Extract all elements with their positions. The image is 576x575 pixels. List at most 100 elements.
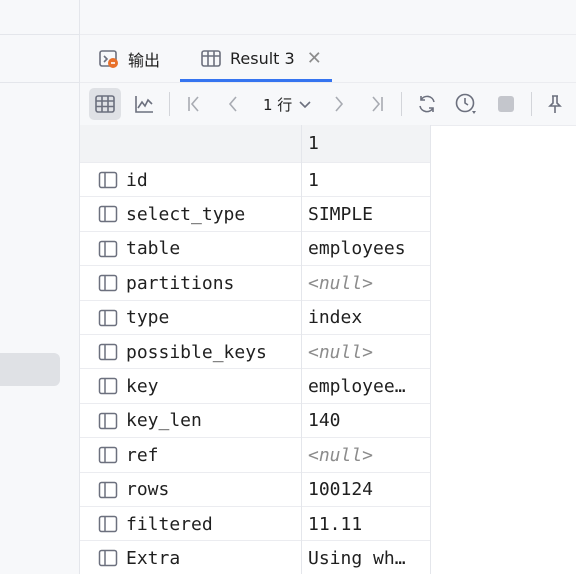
column-header[interactable]: 1 xyxy=(308,125,319,162)
first-page-icon xyxy=(188,96,199,112)
last-page-icon xyxy=(372,96,383,112)
field-value-cell[interactable]: SIMPLE xyxy=(308,197,426,231)
field-value-cell[interactable]: employees xyxy=(308,232,426,266)
column-divider xyxy=(301,125,302,574)
rows-selector[interactable]: 1 行 xyxy=(263,88,312,120)
field-value-cell[interactable]: <null> xyxy=(308,438,426,472)
field-name-cell[interactable]: key_len xyxy=(98,404,202,438)
row-icon xyxy=(98,445,118,465)
row-icon xyxy=(98,342,118,362)
toolbar-separator xyxy=(531,92,532,116)
field-name-cell[interactable]: key xyxy=(98,369,159,403)
field-name: partitions xyxy=(126,272,235,294)
table-row[interactable]: type index xyxy=(80,299,431,335)
field-name: table xyxy=(126,238,181,260)
field-value-cell[interactable]: 140 xyxy=(308,404,426,438)
table-row[interactable]: rows 100124 xyxy=(80,471,431,507)
field-name: key xyxy=(126,375,159,397)
table-row[interactable]: ref <null> xyxy=(80,437,431,472)
toolbar: 1 行 xyxy=(80,83,576,126)
prev-page-icon xyxy=(228,96,237,112)
row-icon xyxy=(98,376,118,396)
tab-result[interactable]: Result 3 ✕ xyxy=(200,35,322,82)
table-row[interactable]: select_type SIMPLE xyxy=(80,196,431,231)
field-name-cell[interactable]: id xyxy=(98,163,148,197)
tab-output[interactable]: 输出 xyxy=(98,35,160,82)
row-icon xyxy=(98,514,118,534)
field-name: filtered xyxy=(126,513,213,535)
table-row[interactable]: id 1 xyxy=(80,162,431,197)
stop-button[interactable] xyxy=(490,88,522,120)
grid-header: 1 xyxy=(80,125,431,162)
row-icon xyxy=(98,170,118,190)
toolbar-separator xyxy=(169,92,170,116)
rows-label: 1 行 xyxy=(263,95,293,114)
field-value-cell[interactable]: <null> xyxy=(308,335,426,369)
chevron-down-icon xyxy=(299,101,311,109)
chart-view-button[interactable] xyxy=(128,88,160,120)
table-row[interactable]: key employee… xyxy=(80,368,431,403)
active-tab-indicator xyxy=(180,79,332,82)
field-name-cell[interactable]: possible_keys xyxy=(98,335,267,369)
history-icon xyxy=(455,93,476,114)
row-icon xyxy=(98,480,118,500)
field-name: id xyxy=(126,169,148,191)
pin-icon xyxy=(548,95,562,113)
field-name-cell[interactable]: filtered xyxy=(98,507,213,541)
pin-button[interactable] xyxy=(539,88,571,120)
prev-page-button[interactable] xyxy=(217,88,249,120)
left-selected-item[interactable] xyxy=(0,353,60,386)
reload-button[interactable] xyxy=(411,88,443,120)
reload-icon xyxy=(419,95,435,113)
row-icon xyxy=(98,548,118,568)
table-icon xyxy=(200,48,222,70)
field-name: possible_keys xyxy=(126,341,267,363)
left-panel xyxy=(0,0,80,574)
next-page-button[interactable] xyxy=(323,88,355,120)
field-name: rows xyxy=(126,479,170,501)
table-row[interactable]: key_len 140 xyxy=(80,402,431,438)
row-icon xyxy=(98,273,118,293)
field-name-cell[interactable]: rows xyxy=(98,473,169,507)
left-divider-top xyxy=(0,34,79,35)
tab-bar: 输出 Result 3 ✕ xyxy=(80,35,576,83)
left-divider-mid xyxy=(0,82,79,83)
history-button[interactable] xyxy=(450,88,482,120)
table-row[interactable]: table employees xyxy=(80,230,431,266)
stop-icon xyxy=(498,96,514,112)
field-value-cell[interactable]: employee… xyxy=(308,369,426,403)
tab-output-label: 输出 xyxy=(128,50,161,70)
grid-view-icon xyxy=(95,95,115,113)
field-name-cell[interactable]: select_type xyxy=(98,197,245,231)
field-value-cell[interactable]: 11.11 xyxy=(308,507,426,541)
close-icon[interactable]: ✕ xyxy=(307,48,322,69)
field-value-cell[interactable]: 100124 xyxy=(308,473,426,507)
grid-view-button[interactable] xyxy=(89,88,121,120)
field-name-cell[interactable]: Extra xyxy=(98,541,180,575)
row-icon xyxy=(98,308,118,328)
table-row[interactable]: partitions <null> xyxy=(80,265,431,300)
field-value-cell[interactable]: 1 xyxy=(308,163,426,197)
top-strip xyxy=(80,0,576,35)
table-row[interactable]: possible_keys <null> xyxy=(80,334,431,369)
next-page-icon xyxy=(335,96,344,112)
tab-result-label: Result 3 xyxy=(230,49,295,68)
table-row[interactable]: Extra Using wh… xyxy=(80,540,431,575)
field-name-cell[interactable]: type xyxy=(98,301,169,335)
table-row[interactable]: filtered 11.11 xyxy=(80,506,431,541)
row-icon xyxy=(98,411,118,431)
field-name-cell[interactable]: partitions xyxy=(98,266,234,300)
output-icon xyxy=(98,48,120,70)
field-name: select_type xyxy=(126,203,246,225)
chart-icon xyxy=(135,96,153,113)
field-name: Extra xyxy=(126,547,181,569)
field-value-cell[interactable]: <null> xyxy=(308,266,426,300)
field-name: type xyxy=(126,307,170,329)
last-page-button[interactable] xyxy=(361,88,393,120)
first-page-button[interactable] xyxy=(178,88,210,120)
field-name-cell[interactable]: ref xyxy=(98,438,159,472)
field-name-cell[interactable]: table xyxy=(98,232,180,266)
field-value-cell[interactable]: index xyxy=(308,301,426,335)
field-value-cell[interactable]: Using wh… xyxy=(308,541,426,575)
toolbar-separator xyxy=(401,92,402,116)
